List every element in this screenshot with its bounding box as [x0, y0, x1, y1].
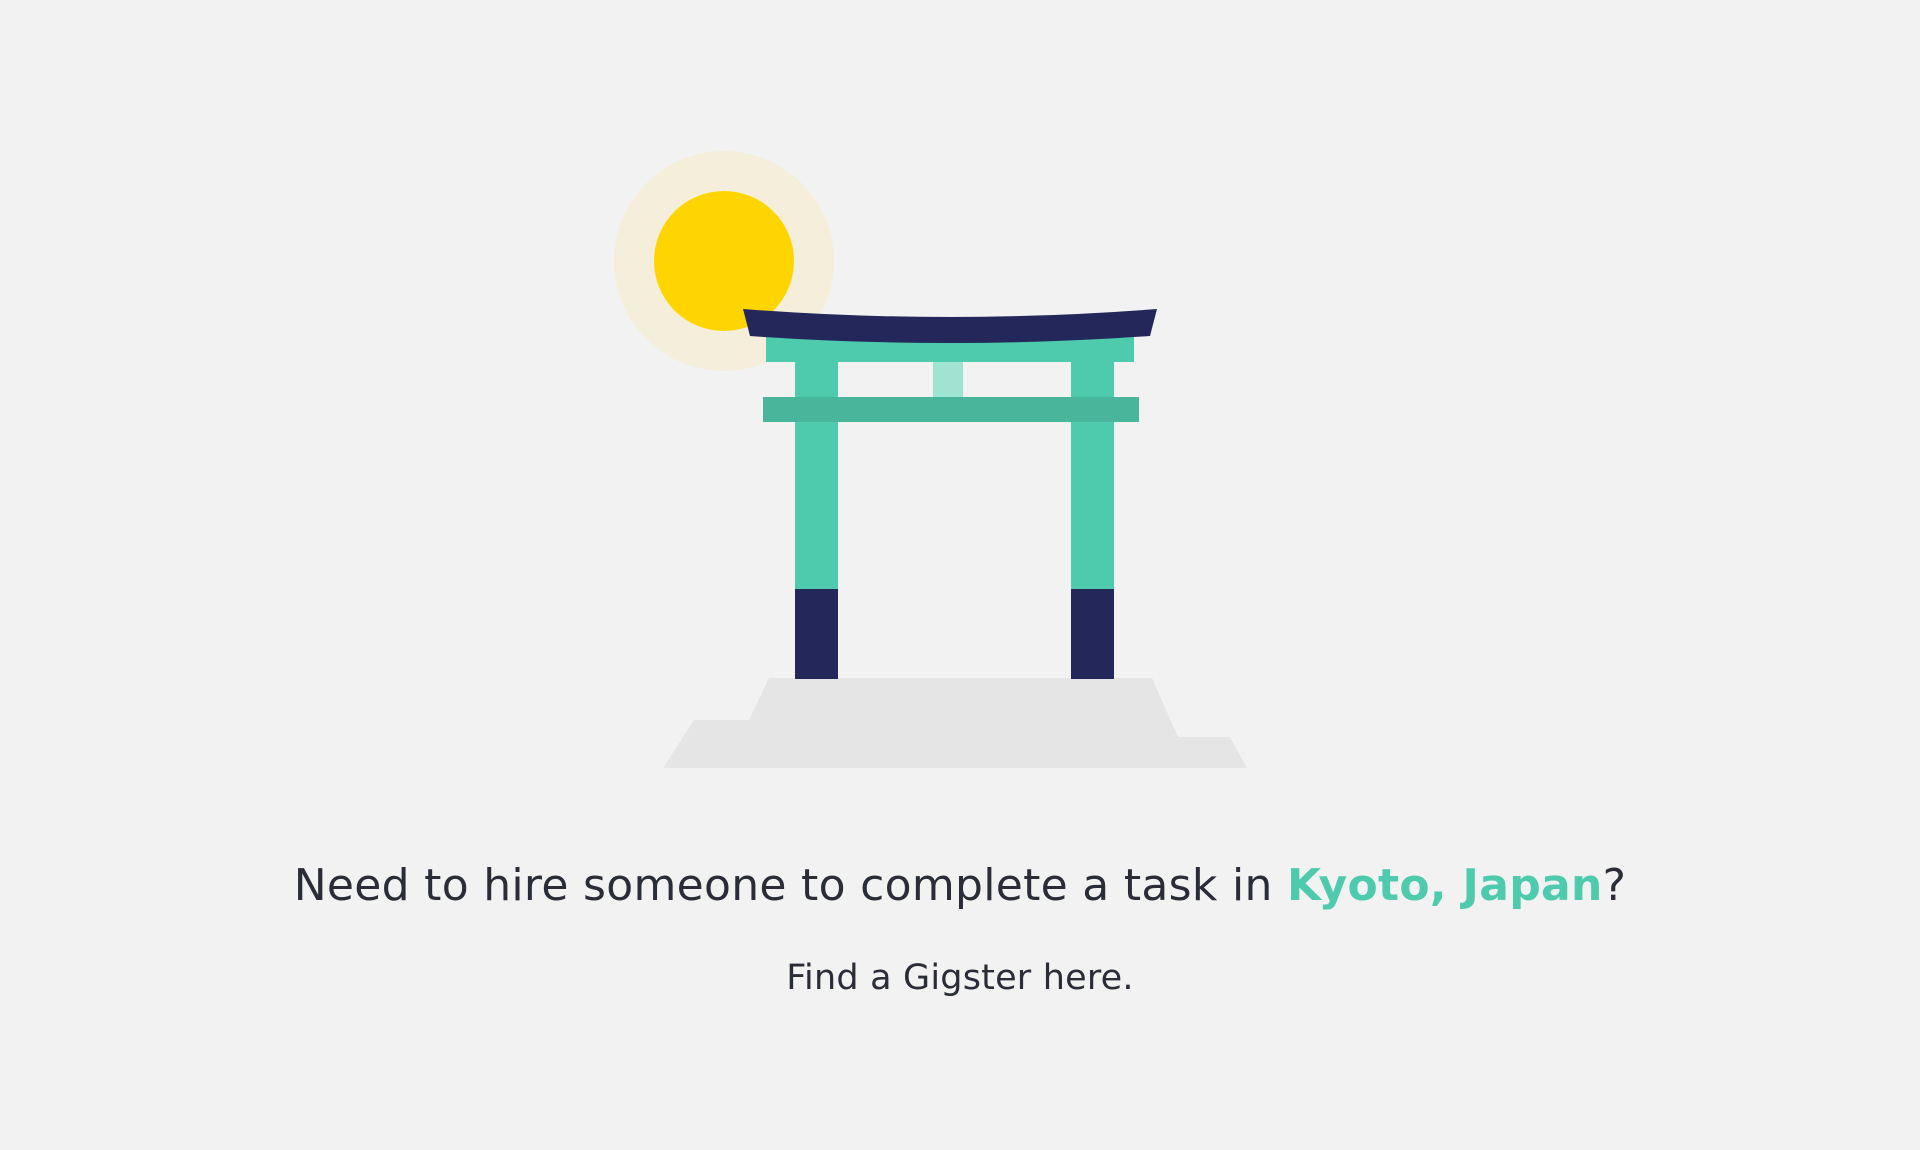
page: Need to hire someone to complete a task …: [0, 0, 1920, 1150]
find-gigster-link[interactable]: Find a Gigster here.: [786, 958, 1133, 998]
kyoto-illustration: [614, 151, 1247, 768]
location-highlight: Kyoto, Japan: [1286, 860, 1603, 911]
left-pillar-base: [795, 589, 838, 679]
ground-platform: [663, 678, 1247, 768]
find-gigster-line: Find a Gigster here.: [0, 958, 1920, 998]
headline: Need to hire someone to complete a task …: [0, 860, 1920, 911]
headline-prefix: Need to hire someone to complete a task …: [293, 860, 1287, 911]
sun-core: [654, 191, 794, 331]
lower-crossbeam: [763, 397, 1139, 422]
left-pillar: [795, 356, 838, 591]
right-pillar: [1071, 356, 1114, 591]
center-post: [933, 356, 963, 398]
torii-gate-icon: [743, 309, 1157, 679]
roof-beam: [743, 309, 1157, 343]
right-pillar-base: [1071, 589, 1114, 679]
headline-suffix: ?: [1602, 860, 1627, 911]
